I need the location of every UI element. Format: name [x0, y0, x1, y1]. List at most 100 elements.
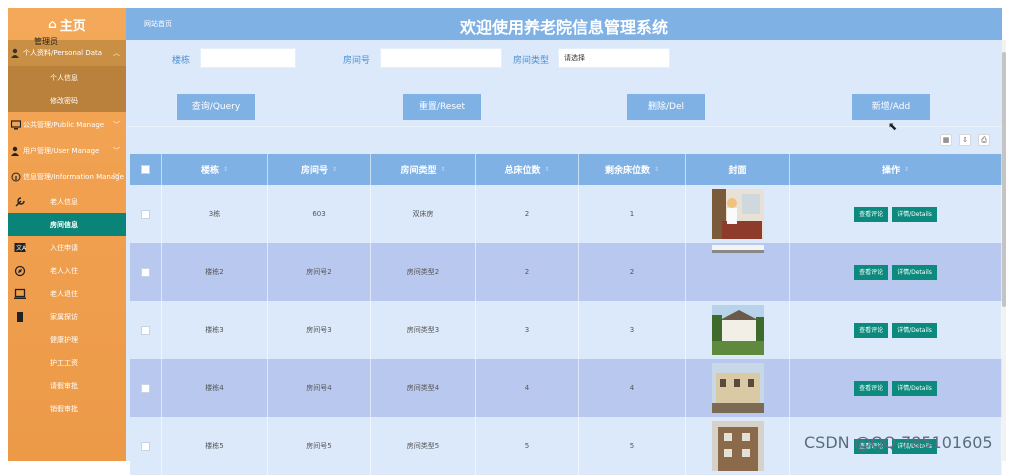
row-checkbox[interactable]: [141, 325, 150, 335]
row-checkbox[interactable]: [141, 383, 150, 393]
sidebar-item-visits[interactable]: 家属探访: [8, 305, 126, 328]
export-icon[interactable]: ⇩: [959, 134, 971, 146]
chevron-up-icon: ︿: [113, 49, 120, 57]
cell-total-beds: 4: [476, 359, 579, 417]
room-type-select[interactable]: 请选择: [558, 48, 670, 68]
cell-building: 楼栋4: [162, 359, 268, 417]
details-button[interactable]: 详情/Details: [892, 322, 937, 338]
cell-type: 房间类型5: [371, 417, 476, 475]
cell-total-beds: 3: [476, 301, 579, 359]
door-icon: [17, 311, 23, 322]
view-comments-button[interactable]: 查看评论: [854, 380, 889, 396]
columns-icon[interactable]: ▦: [940, 134, 952, 146]
details-button[interactable]: 详情/Details: [892, 380, 937, 396]
col-header-total-beds[interactable]: 总床位数 ⇕: [476, 154, 579, 185]
home-icon: ⌂: [48, 17, 57, 31]
cell-building: 楼栋5: [162, 417, 268, 475]
sidebar-item-checkin-apply[interactable]: 文A 入住申请: [8, 236, 126, 259]
monitor-icon: [11, 120, 21, 130]
sidebar-item-label: 请假审批: [50, 381, 78, 390]
col-header-remaining-beds[interactable]: 剩余床位数 ⇕: [579, 154, 686, 185]
cell-remaining-beds: 5: [579, 417, 686, 475]
sidebar-group-label: 公共管理/Public Manage: [23, 121, 105, 129]
details-button[interactable]: 详情/Details: [892, 206, 937, 222]
table-row: 楼栋2 房间号2 房间类型2 2 2 查看评论 详情/Details: [130, 243, 1002, 301]
view-comments-button[interactable]: 查看评论: [854, 206, 889, 222]
sidebar-item-label: 老人入住: [50, 266, 78, 275]
view-comments-button[interactable]: 查看评论: [854, 264, 889, 280]
col-header-type[interactable]: 房间类型 ⇕: [371, 154, 476, 185]
main-content: 楼栋 房间号 房间类型 请选择 查询/Query 重置/Reset 删除/Del…: [126, 40, 1002, 475]
user-tooltip: 管理员: [34, 37, 58, 46]
room-cover-image[interactable]: [711, 189, 764, 239]
table-row: 3栋 603 双床房 2 1 查看评论 详情/Details: [130, 185, 1002, 243]
room-cover-image[interactable]: [711, 421, 764, 471]
sidebar-group-info[interactable]: 信息管理/Information Manage ﹀: [8, 164, 126, 190]
sidebar-item-elderly[interactable]: 老人信息: [8, 190, 126, 213]
sidebar-item-password[interactable]: 修改密码: [8, 89, 126, 112]
room-type-label: 房间类型: [513, 56, 550, 66]
sidebar-group-users[interactable]: 用户管理/User Manage ﹀: [8, 138, 126, 164]
sidebar-item-label: 护工工资: [50, 358, 78, 367]
sidebar-item-rooms[interactable]: 房间信息: [8, 213, 126, 236]
sidebar-item-profile[interactable]: 个人信息: [8, 66, 126, 89]
row-checkbox[interactable]: [141, 267, 150, 277]
row-checkbox[interactable]: [141, 209, 150, 219]
sidebar-group-public[interactable]: 公共管理/Public Manage ﹀: [8, 112, 126, 138]
sidebar-item-health[interactable]: 健康护理: [8, 328, 126, 351]
home-link[interactable]: ⌂ 主页: [8, 8, 126, 40]
sort-icon: ⇕: [653, 166, 660, 173]
sidebar-item-leave-cancel[interactable]: 销假审批: [8, 397, 126, 420]
reset-button[interactable]: 重置/Reset: [403, 94, 481, 120]
wrench-icon: [15, 196, 25, 206]
rooms-table: 楼栋 ⇕ 房间号 ⇕ 房间类型 ⇕ 总床位数 ⇕ 剩余床位数 ⇕ 封面 操作 ⇕ 3栋 60…: [130, 154, 1002, 475]
view-comments-button[interactable]: 查看评论: [854, 322, 889, 338]
room-cover-image[interactable]: [711, 305, 764, 355]
cell-room: 房间号2: [268, 243, 371, 301]
sidebar-item-label: 老人信息: [50, 197, 78, 206]
watermark-text: CSDN @QQ 785101605: [804, 433, 993, 452]
sidebar-item-wages[interactable]: 护工工资: [8, 351, 126, 374]
cell-type: 房间类型3: [371, 301, 476, 359]
user-manage-icon: [11, 146, 19, 156]
cell-room: 房间号4: [268, 359, 371, 417]
sidebar-item-checkin[interactable]: 老人入住: [8, 259, 126, 282]
chevron-down-icon: ﹀: [113, 121, 120, 129]
details-button[interactable]: 详情/Details: [892, 264, 937, 280]
sort-icon: ⇕: [440, 166, 446, 173]
select-all-checkbox[interactable]: [141, 165, 150, 174]
sidebar-item-leave[interactable]: 请假审批: [8, 374, 126, 397]
query-button[interactable]: 查询/Query: [177, 94, 255, 120]
room-input[interactable]: [380, 48, 502, 68]
cell-room: 房间号3: [268, 301, 371, 359]
sidebar-item-checkout[interactable]: 老人退住: [8, 282, 126, 305]
col-header-building[interactable]: 楼栋 ⇕: [162, 154, 268, 185]
laptop-icon: [14, 288, 26, 299]
top-bar: 网站首页 欢迎使用养老院信息管理系统: [126, 8, 1002, 40]
chevron-down-icon: ﹀: [113, 147, 120, 155]
chevron-down-icon: ﹀: [113, 173, 120, 181]
sort-icon: ⇕: [222, 166, 229, 173]
building-input[interactable]: [200, 48, 296, 68]
scrollbar-thumb[interactable]: [1002, 52, 1006, 307]
row-checkbox[interactable]: [141, 441, 150, 451]
cell-building: 楼栋2: [162, 243, 268, 301]
sidebar-item-label: 入住申请: [50, 243, 78, 252]
cell-room: 房间号5: [268, 417, 371, 475]
print-icon[interactable]: ⎙: [978, 134, 990, 146]
add-button[interactable]: 新增/Add: [852, 94, 930, 120]
user-icon: [11, 48, 19, 58]
cell-building: 3栋: [162, 185, 268, 243]
delete-button[interactable]: 删除/Del: [627, 94, 705, 120]
sidebar-item-label: 销假审批: [50, 404, 78, 413]
sidebar-group-personal[interactable]: 管理员 个人资料/Personal Data ︿: [8, 37, 126, 66]
cell-room: 603: [268, 185, 371, 243]
table-header: 楼栋 ⇕ 房间号 ⇕ 房间类型 ⇕ 总床位数 ⇕ 剩余床位数 ⇕ 封面 操作 ⇕: [130, 154, 1002, 185]
sort-icon: ⇕: [544, 166, 550, 173]
room-cover-image[interactable]: [711, 245, 764, 253]
col-header-room[interactable]: 房间号 ⇕: [268, 154, 371, 185]
sidebar-group-label: 用户管理/User Manage: [23, 147, 100, 155]
col-header-cover: 封面: [686, 154, 790, 185]
building-label: 楼栋: [172, 56, 191, 66]
room-cover-image[interactable]: [711, 363, 764, 413]
